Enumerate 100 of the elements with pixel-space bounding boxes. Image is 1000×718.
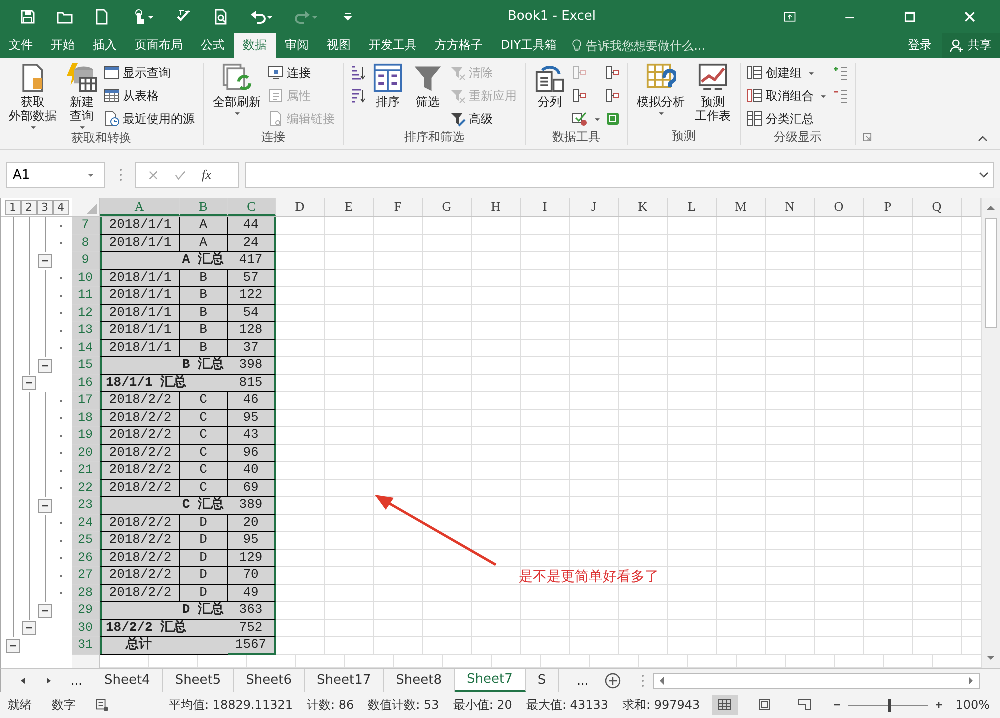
next-sheet-icon[interactable]: [45, 676, 53, 684]
ribbon-button[interactable]: 分类汇总: [747, 109, 829, 129]
row-header[interactable]: 15: [72, 357, 100, 374]
row-header[interactable]: 14: [72, 340, 100, 357]
row-header[interactable]: 24: [72, 514, 100, 532]
scroll-down-icon[interactable]: [986, 654, 996, 662]
maximize-icon[interactable]: [903, 10, 917, 24]
ribbon-button[interactable]: 预测 工作表: [692, 63, 734, 128]
row-header[interactable]: 22: [72, 480, 100, 497]
undo-icon[interactable]: [250, 8, 274, 24]
row-header[interactable]: 19: [72, 427, 100, 444]
ribbon-tab[interactable]: 审阅: [276, 33, 318, 58]
row-header[interactable]: 9: [72, 252, 100, 270]
ribbon-tab[interactable]: 文件: [0, 33, 42, 58]
row-header[interactable]: 29: [72, 602, 100, 620]
sheet-tab[interactable]: Sheet7: [455, 669, 526, 692]
row-header[interactable]: 26: [72, 550, 100, 567]
row-header[interactable]: 30: [72, 620, 100, 637]
row-header[interactable]: 12: [72, 304, 100, 322]
row-header[interactable]: 11: [72, 287, 100, 304]
insert-function-button[interactable]: fx: [202, 167, 212, 183]
column-header[interactable]: L: [668, 198, 717, 216]
horizontal-scrollbar[interactable]: [652, 672, 980, 688]
ribbon-tab[interactable]: 页面布局: [126, 33, 192, 58]
row-header[interactable]: 28: [72, 584, 100, 602]
row-header[interactable]: 27: [72, 567, 100, 584]
ribbon-button[interactable]: 连接: [268, 63, 337, 83]
scroll-up-icon[interactable]: [986, 204, 996, 212]
column-header[interactable]: K: [619, 198, 668, 216]
ribbon-tab[interactable]: 数据: [234, 33, 276, 58]
ribbon-button[interactable]: 模拟分析: [634, 63, 688, 128]
zoom-slider-thumb[interactable]: [888, 698, 891, 712]
row-header[interactable]: 17: [72, 392, 100, 410]
scroll-thumb[interactable]: [985, 218, 997, 328]
ribbon-button[interactable]: 全部刷新: [210, 63, 264, 129]
column-header[interactable]: P: [864, 198, 913, 216]
column-header[interactable]: J: [570, 198, 619, 216]
tell-me-field[interactable]: 告诉我您想要做什么...: [582, 38, 768, 54]
column-header[interactable]: E: [325, 198, 374, 216]
ribbon-display-icon[interactable]: [783, 10, 797, 24]
column-header[interactable]: N: [766, 198, 815, 216]
ribbon-tab[interactable]: 方方格子: [426, 33, 492, 58]
row-header[interactable]: 31: [72, 637, 100, 654]
row-header[interactable]: 20: [72, 444, 100, 462]
add-sheet-icon[interactable]: [604, 672, 621, 688]
macro-record-icon[interactable]: [96, 698, 109, 712]
zoom-level[interactable]: 100%: [956, 698, 990, 712]
collapse-button[interactable]: [22, 376, 36, 390]
ribbon-tab[interactable]: 公式: [192, 33, 234, 58]
row-header[interactable]: 18: [72, 410, 100, 427]
outline-level-button[interactable]: 3: [37, 200, 53, 214]
sign-in-link[interactable]: 登录: [898, 33, 942, 58]
row-header[interactable]: 10: [72, 270, 100, 287]
more-sheets-button[interactable]: ...: [567, 674, 599, 688]
outline-level-button[interactable]: 1: [5, 200, 21, 214]
more-sheets-button[interactable]: ...: [61, 674, 92, 688]
column-header[interactable]: M: [717, 198, 766, 216]
row-header[interactable]: 21: [72, 462, 100, 480]
dialog-launcher-icon[interactable]: [863, 133, 872, 142]
collapse-button[interactable]: [38, 358, 52, 373]
check-icon[interactable]: [175, 170, 186, 180]
collapse-button[interactable]: [38, 604, 52, 618]
collapse-button[interactable]: [38, 254, 52, 268]
print-preview-icon[interactable]: [213, 8, 229, 24]
ribbon-button[interactable]: 筛选: [410, 63, 446, 129]
ribbon-button[interactable]: 最近使用的源: [104, 109, 197, 129]
column-header[interactable]: A: [100, 198, 180, 216]
collapse-ribbon-icon[interactable]: [978, 136, 988, 142]
normal-view-button[interactable]: [712, 695, 738, 715]
column-header[interactable]: H: [472, 198, 521, 216]
ribbon-tab[interactable]: 视图: [318, 33, 360, 58]
grip-icon[interactable]: [119, 167, 123, 183]
ribbon-button[interactable]: 取消组合: [747, 86, 829, 106]
column-header[interactable]: Q: [913, 198, 962, 216]
column-header[interactable]: I: [521, 198, 570, 216]
previous-sheet-icon[interactable]: [19, 676, 27, 684]
scroll-right-icon[interactable]: [967, 676, 975, 686]
column-header[interactable]: G: [423, 198, 472, 216]
ribbon-tab[interactable]: 开始: [42, 33, 84, 58]
collapse-button[interactable]: [6, 638, 20, 653]
share-button[interactable]: 共享: [942, 33, 1000, 58]
ribbon-tab[interactable]: DIY工具箱: [492, 33, 566, 58]
scroll-left-icon[interactable]: [658, 676, 666, 686]
row-header[interactable]: 13: [72, 322, 100, 340]
column-header[interactable]: B: [180, 198, 228, 216]
outline-level-button[interactable]: 4: [53, 200, 69, 214]
zoom-in-icon[interactable]: [934, 700, 944, 710]
ribbon-tab[interactable]: 开发工具: [360, 33, 426, 58]
column-header[interactable]: D: [276, 198, 325, 216]
ribbon-button[interactable]: 排序: [370, 63, 406, 129]
column-header[interactable]: O: [815, 198, 864, 216]
collapse-button[interactable]: [22, 621, 36, 636]
close-icon[interactable]: [963, 10, 977, 24]
collapse-button[interactable]: [38, 498, 52, 513]
grip-icon[interactable]: [640, 672, 645, 688]
column-header[interactable]: F: [374, 198, 423, 216]
row-header[interactable]: 8: [72, 234, 100, 252]
ribbon-button[interactable]: 显示查询: [104, 63, 197, 83]
row-header[interactable]: 7: [72, 217, 100, 234]
ribbon-button[interactable]: 分列: [532, 63, 568, 129]
